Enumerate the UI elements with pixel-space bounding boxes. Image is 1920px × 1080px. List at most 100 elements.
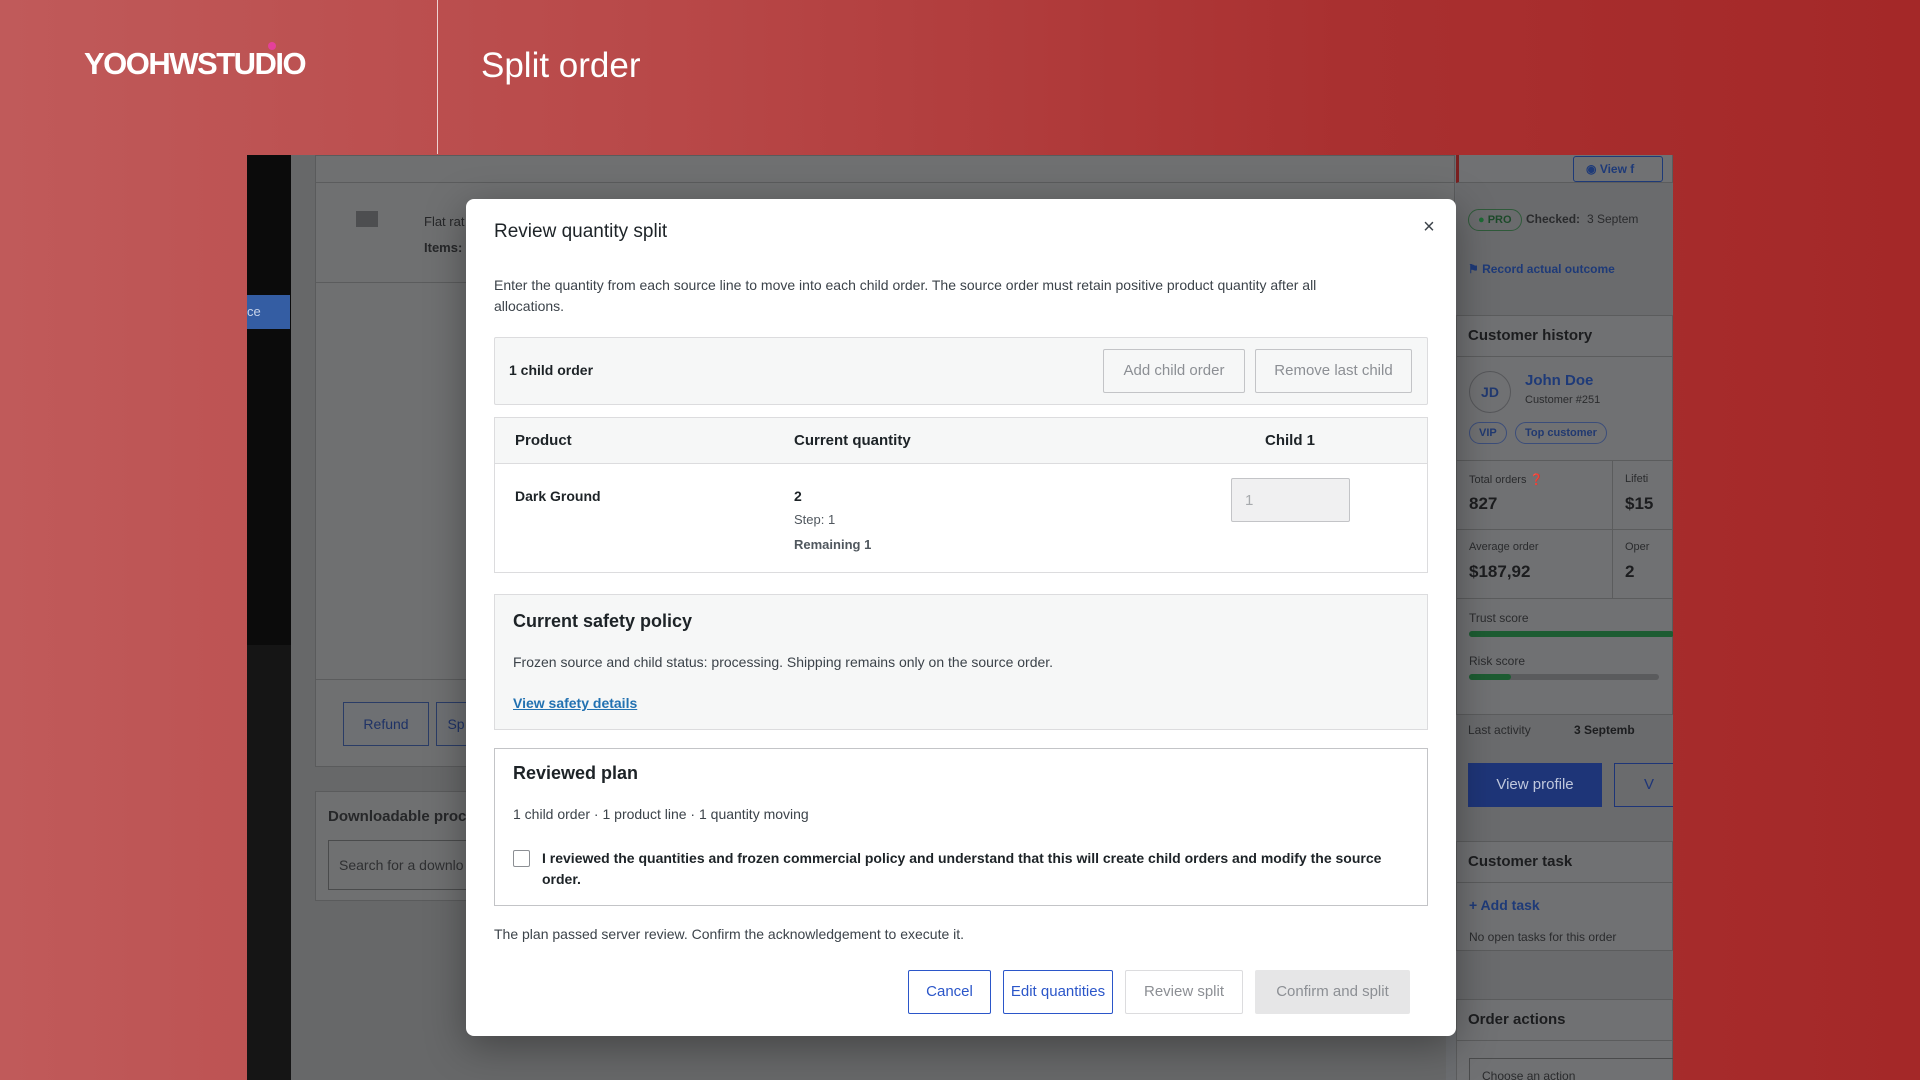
remove-last-child-button[interactable]: Remove last child <box>1255 349 1412 393</box>
divider <box>1457 1040 1672 1041</box>
checked-value: 3 Septem <box>1587 212 1639 226</box>
items-label: Items: <box>424 240 463 255</box>
divider <box>1457 356 1672 357</box>
trust-score-fill <box>1469 631 1673 637</box>
view-link-label: View f <box>1599 162 1635 176</box>
eye-icon: ◉ <box>1586 162 1600 176</box>
reviewed-plan-title: Reviewed plan <box>513 763 639 783</box>
child-order-count: 1 child order <box>509 362 594 378</box>
plus-icon: + <box>1469 897 1481 913</box>
customer-history-title: Customer history <box>1468 327 1593 344</box>
column-header-product: Product <box>515 432 572 449</box>
add-child-order-button[interactable]: Add child order <box>1103 349 1245 393</box>
checked-label: Checked: <box>1526 212 1581 226</box>
confirm-and-split-button[interactable]: Confirm and split <box>1255 970 1410 1014</box>
record-outcome-link[interactable]: ⚑ Record actual outcome <box>1468 262 1615 276</box>
open-orders-label: Oper <box>1625 541 1650 553</box>
divider <box>1457 882 1672 883</box>
column-header-child-1: Child 1 <box>1265 432 1316 449</box>
total-orders-label: Total orders ❓ <box>1469 473 1543 486</box>
lifetime-label: Lifeti <box>1625 473 1649 485</box>
shipping-label: Flat rat <box>424 214 465 229</box>
divider <box>316 182 1454 183</box>
brand-logo-text: YOOHWSTUDIO <box>84 46 307 81</box>
order-right-panel: ◉ View f ● PRO Checked: 3 Septem ⚑ Recor… <box>1456 155 1673 1080</box>
reviewed-plan-summary: 1 child order · 1 product line · 1 quant… <box>513 806 809 822</box>
pro-badge: ● PRO <box>1468 209 1522 231</box>
modal-title: Review quantity split <box>494 221 668 242</box>
trust-score-bar <box>1469 631 1673 637</box>
brand-logo-dot <box>268 42 276 50</box>
safety-policy-text: Frozen source and child status: processi… <box>513 654 1054 670</box>
total-orders-label-text: Total orders <box>1469 474 1527 486</box>
average-order-label: Average order <box>1469 541 1539 553</box>
order-action-select[interactable]: Choose an action <box>1469 1058 1673 1080</box>
divider <box>1457 529 1672 530</box>
quantity-step: Step: 1 <box>794 512 836 527</box>
customer-task-title: Customer task <box>1468 853 1573 870</box>
tag-top-customer: Top customer <box>1515 422 1607 444</box>
tag-vip: VIP <box>1469 422 1507 444</box>
review-split-button[interactable]: Review split <box>1125 970 1243 1014</box>
lifetime-value: $15 <box>1625 494 1654 513</box>
order-actions-card: Order actions Choose an action <box>1456 999 1673 1080</box>
quantity-remaining: Remaining 1 <box>794 537 872 552</box>
downloadable-title: Downloadable proc <box>328 808 467 825</box>
divider <box>1457 460 1672 461</box>
help-icon: ❓ <box>1529 474 1544 486</box>
refund-button[interactable]: Refund <box>343 702 429 746</box>
sidebar-active-item[interactable]: ce <box>247 295 290 329</box>
view-link[interactable]: ◉ View f <box>1573 156 1663 182</box>
avatar: JD <box>1469 371 1511 413</box>
divider <box>1457 598 1672 599</box>
admin-sidebar: ce <box>247 155 291 1080</box>
customer-number: Customer #251 <box>1525 394 1601 406</box>
total-orders-value: 827 <box>1469 494 1498 513</box>
quantity-table: Product Current quantity Child 1 Dark Gr… <box>494 417 1428 573</box>
view-safety-details-link[interactable]: View safety details <box>513 695 637 711</box>
risk-score-bar <box>1469 674 1659 680</box>
split-order-modal: Review quantity split × Enter the quanti… <box>466 199 1456 1036</box>
no-tasks-text: No open tasks for this order <box>1469 930 1617 944</box>
close-icon[interactable]: × <box>1417 215 1441 239</box>
last-activity-label: Last activity <box>1468 723 1531 737</box>
column-header-current-quantity: Current quantity <box>794 432 911 449</box>
last-activity-value: 3 Septemb <box>1574 723 1635 737</box>
quantity-table-header: Product Current quantity Child 1 <box>495 418 1427 464</box>
add-task-label: Add task <box>1480 897 1540 913</box>
banner-divider <box>437 0 438 154</box>
status-dot-icon: ● <box>1478 214 1488 226</box>
customer-history-card: Customer history JD John Doe Customer #2… <box>1456 315 1673 715</box>
banner-title: Split order <box>481 46 641 85</box>
view-profile-button[interactable]: View profile <box>1468 763 1602 807</box>
reviewed-plan-panel: Reviewed plan 1 child order · 1 product … <box>494 748 1428 906</box>
risk-score-fill <box>1469 674 1511 680</box>
modal-intro: Enter the quantity from each source line… <box>494 277 1317 314</box>
risk-score-label: Risk score <box>1469 654 1526 668</box>
order-actions-title: Order actions <box>1468 1011 1566 1028</box>
view-card: ◉ View f <box>1456 155 1673 183</box>
add-task-link[interactable]: + Add task <box>1469 897 1540 913</box>
child-1-quantity-input[interactable] <box>1231 478 1350 522</box>
trust-score-label: Trust score <box>1469 611 1529 625</box>
pro-badge-label: PRO <box>1487 214 1512 226</box>
safety-policy-title: Current safety policy <box>513 611 693 631</box>
secondary-profile-button[interactable]: V <box>1614 763 1673 807</box>
child-order-toolbar: 1 child order Add child order Remove las… <box>494 337 1428 405</box>
customer-task-card: Customer task + Add task No open tasks f… <box>1456 841 1673 951</box>
flag-icon: ⚑ <box>1468 262 1483 276</box>
acknowledgement-label[interactable]: I reviewed the quantities and frozen com… <box>542 848 1402 890</box>
customer-name-link[interactable]: John Doe <box>1525 372 1593 389</box>
cancel-button[interactable]: Cancel <box>908 970 991 1014</box>
shipping-icon <box>356 211 378 227</box>
safety-policy-panel: Current safety policy Frozen source and … <box>494 594 1428 730</box>
acknowledgement-checkbox[interactable] <box>513 850 530 867</box>
review-status-note: The plan passed server review. Confirm t… <box>494 926 965 942</box>
download-search-input[interactable]: Search for a downlo <box>328 840 488 890</box>
edit-quantities-button[interactable]: Edit quantities <box>1003 970 1113 1014</box>
record-outcome-label: Record actual outcome <box>1482 262 1615 276</box>
sidebar-lower <box>247 645 291 1080</box>
average-order-value: $187,92 <box>1469 562 1531 581</box>
current-quantity: 2 <box>794 488 802 504</box>
product-name: Dark Ground <box>515 488 601 504</box>
